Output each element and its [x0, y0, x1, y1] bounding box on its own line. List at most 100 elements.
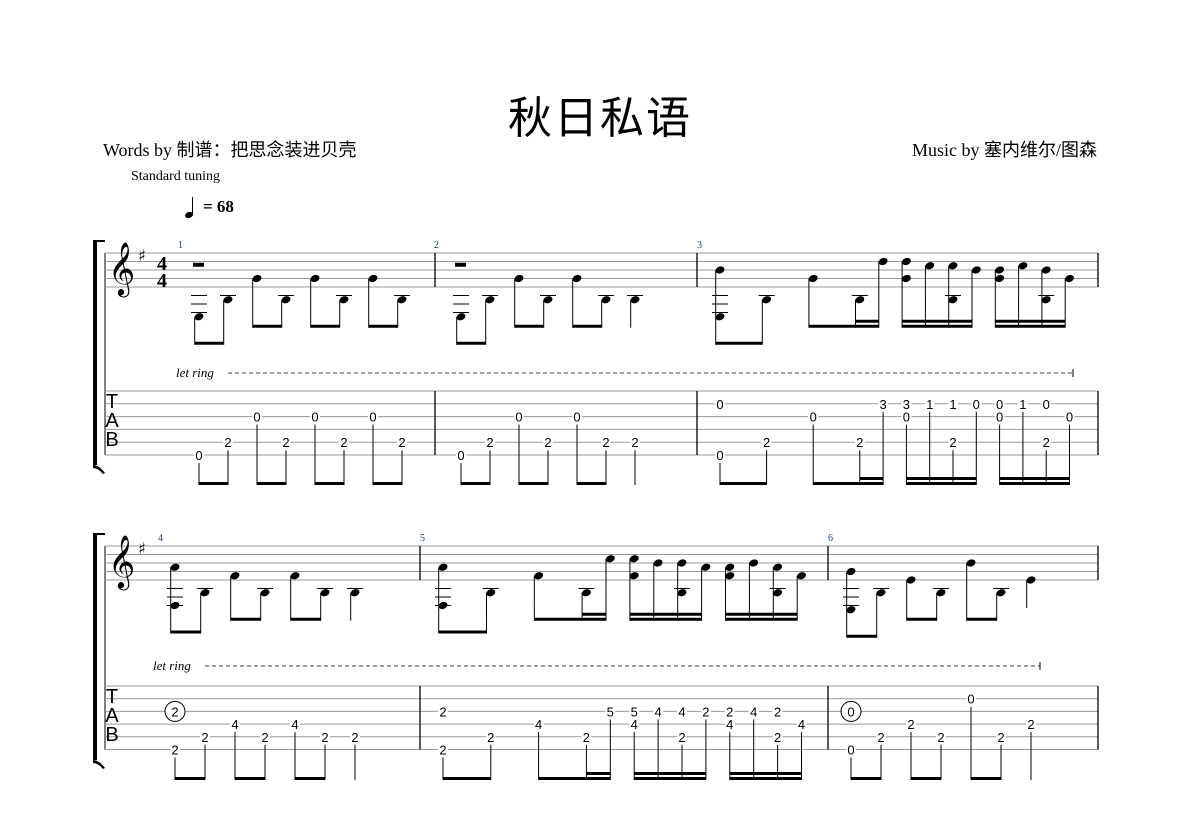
tab-beam	[519, 482, 548, 485]
note-beam-16th	[629, 612, 654, 616]
fret-number: 2	[544, 435, 551, 450]
tab-beam	[443, 777, 491, 780]
tab-beam-16th	[634, 772, 659, 775]
note-beam-16th	[948, 319, 972, 323]
tab-beam-16th	[753, 772, 778, 775]
tab-beam	[999, 482, 1070, 485]
fret-number: 0	[253, 410, 260, 425]
measure-number: 3	[697, 240, 702, 251]
fret-number: 4	[750, 704, 757, 719]
tab-beam-16th	[658, 772, 682, 775]
measure-6: 6 0 0 2 2 2 0 2 2	[828, 533, 1099, 780]
note-beam	[966, 617, 997, 621]
let-ring-label: let ring	[176, 365, 214, 380]
fret-number: 0	[810, 410, 817, 425]
tab-beam	[577, 482, 606, 485]
note-beam-16th	[1018, 319, 1042, 323]
tab-beam	[813, 482, 884, 485]
fret-number: 0	[996, 410, 1003, 425]
fret-number: 2	[171, 743, 178, 758]
note-beam-16th	[855, 319, 879, 323]
note-beam-16th	[677, 612, 702, 616]
tab-beam	[720, 482, 767, 485]
fret-number: 2	[486, 435, 493, 450]
note-beam	[252, 324, 282, 328]
note-beam	[230, 617, 261, 621]
fret-number: 0	[195, 448, 202, 463]
tab-beam	[851, 777, 881, 780]
fret-number: 3	[879, 397, 886, 412]
fret-number: 2	[201, 730, 208, 745]
note-beam	[902, 324, 972, 328]
tab-beam-16th	[906, 477, 930, 480]
note-beam	[456, 341, 486, 345]
fret-number: 2	[907, 717, 914, 732]
fret-number: 2	[774, 704, 781, 719]
fret-number: 1	[949, 397, 956, 412]
fret-number: 0	[903, 410, 910, 425]
fret-number: 0	[369, 410, 376, 425]
tab-beam	[911, 777, 941, 780]
note-beam	[310, 324, 340, 328]
tab-beam	[257, 482, 286, 485]
fret-number: 2	[678, 730, 685, 745]
fret-number: 4	[798, 717, 805, 732]
fret-number: 0	[847, 743, 854, 758]
note-beam	[725, 617, 798, 621]
treble-clef-icon: 𝄞	[108, 534, 135, 590]
fret-number: 0	[716, 448, 723, 463]
note-beam	[194, 341, 224, 345]
measure-number: 6	[828, 533, 833, 544]
system-1: 𝄞 ♯ 44TABlet ring1020202022020202 23002023 3…	[93, 240, 1099, 485]
let-ring-label: let ring	[153, 658, 191, 673]
fret-number: 2	[937, 730, 944, 745]
note-beam	[995, 324, 1066, 328]
tab-beam	[729, 777, 802, 780]
fret-number: 0	[1066, 410, 1073, 425]
fret-number: 4	[535, 717, 542, 732]
note-beam	[906, 617, 937, 621]
half-rest-icon	[455, 262, 466, 267]
note-beam	[715, 341, 763, 345]
note-beam	[846, 634, 877, 638]
tab-beam	[315, 482, 344, 485]
fret-number: 2	[583, 730, 590, 745]
measure-number: 1	[178, 240, 183, 251]
fret-number: 4	[654, 704, 661, 719]
measure-1: 1 0 2 0 2 0 2 0 2	[178, 240, 436, 485]
note-beam-16th	[749, 612, 774, 616]
tab-clef-letter: B	[105, 429, 118, 451]
fret-number: 2	[282, 435, 289, 450]
fret-number: 2	[439, 743, 446, 758]
tab-beam-16th	[859, 477, 884, 480]
fret-number: 2	[997, 730, 1004, 745]
half-rest-icon	[193, 262, 204, 267]
note-beam	[629, 617, 702, 621]
tab-beam	[971, 777, 1001, 780]
measure-4: 4 2 2 2 4 2 4 2 2	[158, 533, 421, 780]
system-2: 𝄞 ♯TABlet ring42224242 25222425 544 422 244 22…	[93, 533, 1099, 780]
note-beam-16th	[582, 612, 606, 616]
fret-number: 2	[602, 435, 609, 450]
tab-beam-16th	[1046, 477, 1070, 480]
tab-beam	[906, 482, 977, 485]
note-beam-16th	[653, 612, 678, 616]
fret-number: 0	[457, 448, 464, 463]
tab-beam-16th	[999, 477, 1023, 480]
tab-beam-16th	[586, 772, 611, 775]
tab-beam-16th	[953, 477, 977, 480]
fret-number: 2	[631, 435, 638, 450]
note-beam-16th	[725, 612, 750, 616]
system-bracket	[93, 533, 97, 760]
fret-number: 0	[716, 397, 723, 412]
note-beam	[170, 630, 201, 634]
fret-number: 4	[291, 717, 298, 732]
tab-beam	[373, 482, 402, 485]
fret-number: 2	[351, 730, 358, 745]
measure-number: 2	[434, 240, 439, 251]
tab-beam-16th	[682, 772, 706, 775]
fret-number: 2	[439, 704, 446, 719]
measure-2: 2 0 2 0 2 0 2 2	[434, 240, 698, 485]
note-beam	[572, 324, 602, 328]
note-beam	[514, 324, 544, 328]
